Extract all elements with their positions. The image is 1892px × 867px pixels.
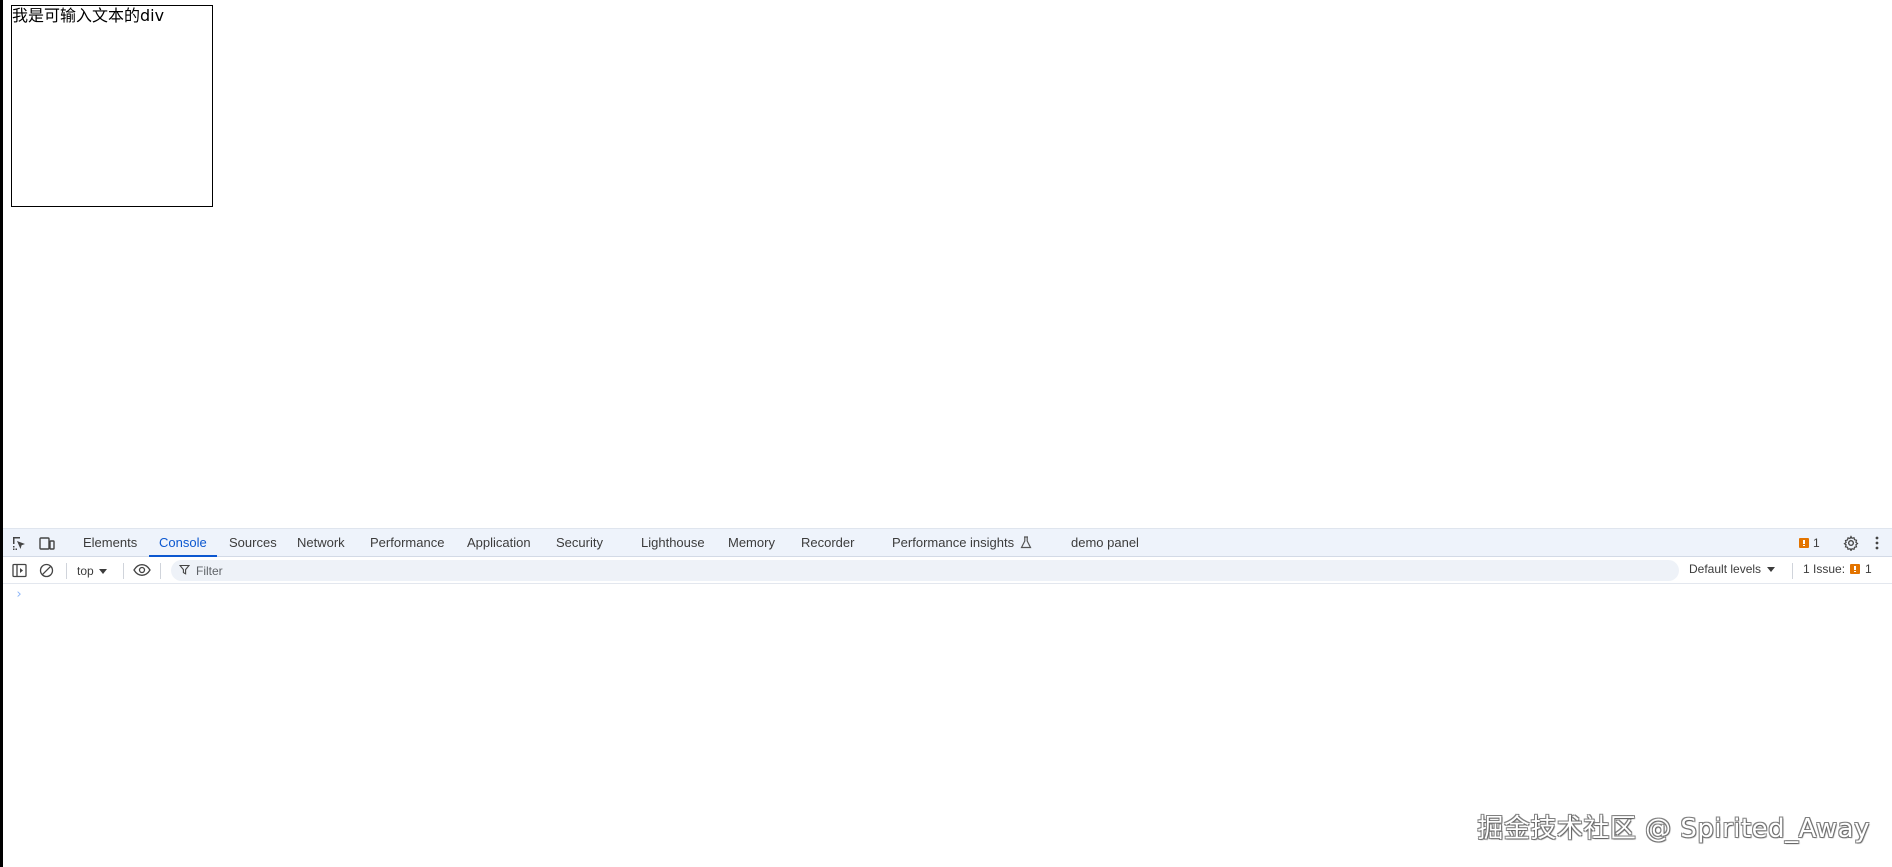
issue-flag-icon: [1850, 564, 1861, 574]
tab-console[interactable]: Console: [149, 529, 217, 557]
filter-input[interactable]: [196, 563, 1596, 578]
issues-counter[interactable]: 1 Issue: 1: [1803, 562, 1872, 576]
editable-div[interactable]: 我是可输入文本的div: [11, 5, 213, 207]
inspect-element-icon[interactable]: [9, 534, 29, 552]
tab-performance-insights[interactable]: Performance insights: [892, 529, 1032, 557]
beaker-icon: [1020, 531, 1032, 558]
context-selector[interactable]: top: [77, 562, 107, 580]
issues-counter-value: 1: [1865, 562, 1872, 576]
issues-counter-label: 1 Issue:: [1803, 562, 1846, 576]
tab-application[interactable]: Application: [467, 529, 531, 557]
tab-sources[interactable]: Sources: [229, 529, 277, 557]
console-toolbar: top Default levels 1 Issue: 1: [3, 557, 1892, 584]
log-levels-value: Default levels: [1689, 562, 1762, 576]
issues-badge[interactable]: 1: [1799, 536, 1820, 550]
clear-console-icon[interactable]: [36, 561, 56, 579]
tab-recorder[interactable]: Recorder: [801, 529, 854, 557]
tab-elements[interactable]: Elements: [83, 529, 137, 557]
filter-icon: [178, 562, 191, 580]
issue-flag-icon: [1799, 538, 1809, 548]
toolbar-divider: [1792, 563, 1793, 579]
chevron-down-icon: [98, 568, 107, 574]
watermark: 掘金技术社区 @ Spirited_Away: [1477, 814, 1870, 844]
toolbar-divider: [160, 563, 161, 579]
tab-network[interactable]: Network: [297, 529, 345, 557]
live-expression-eye-icon[interactable]: [132, 561, 152, 579]
tab-lighthouse[interactable]: Lighthouse: [641, 529, 705, 557]
tab-performance[interactable]: Performance: [370, 529, 444, 557]
show-sidebar-icon[interactable]: [9, 561, 29, 579]
page-viewport: 我是可输入文本的div: [3, 0, 1892, 528]
toolbar-divider: [123, 563, 124, 579]
tab-demo-panel[interactable]: demo panel: [1071, 529, 1139, 557]
tab-security[interactable]: Security: [556, 529, 603, 557]
filter-box: [171, 560, 1679, 581]
chevron-down-icon: [1767, 566, 1776, 572]
toolbar-divider: [66, 563, 67, 579]
gear-icon[interactable]: [1841, 534, 1861, 552]
issues-badge-count: 1: [1813, 536, 1820, 550]
context-selector-value: top: [77, 564, 94, 578]
devtools-tabbar: Elements Console Sources Network Perform…: [3, 528, 1892, 557]
tab-memory[interactable]: Memory: [728, 529, 775, 557]
more-options-icon[interactable]: [1867, 534, 1887, 552]
log-levels-dropdown[interactable]: Default levels: [1689, 562, 1776, 576]
device-toolbar-icon[interactable]: [37, 534, 57, 552]
console-prompt: ›: [15, 587, 23, 602]
tab-performance-insights-label: Performance insights: [892, 535, 1015, 550]
